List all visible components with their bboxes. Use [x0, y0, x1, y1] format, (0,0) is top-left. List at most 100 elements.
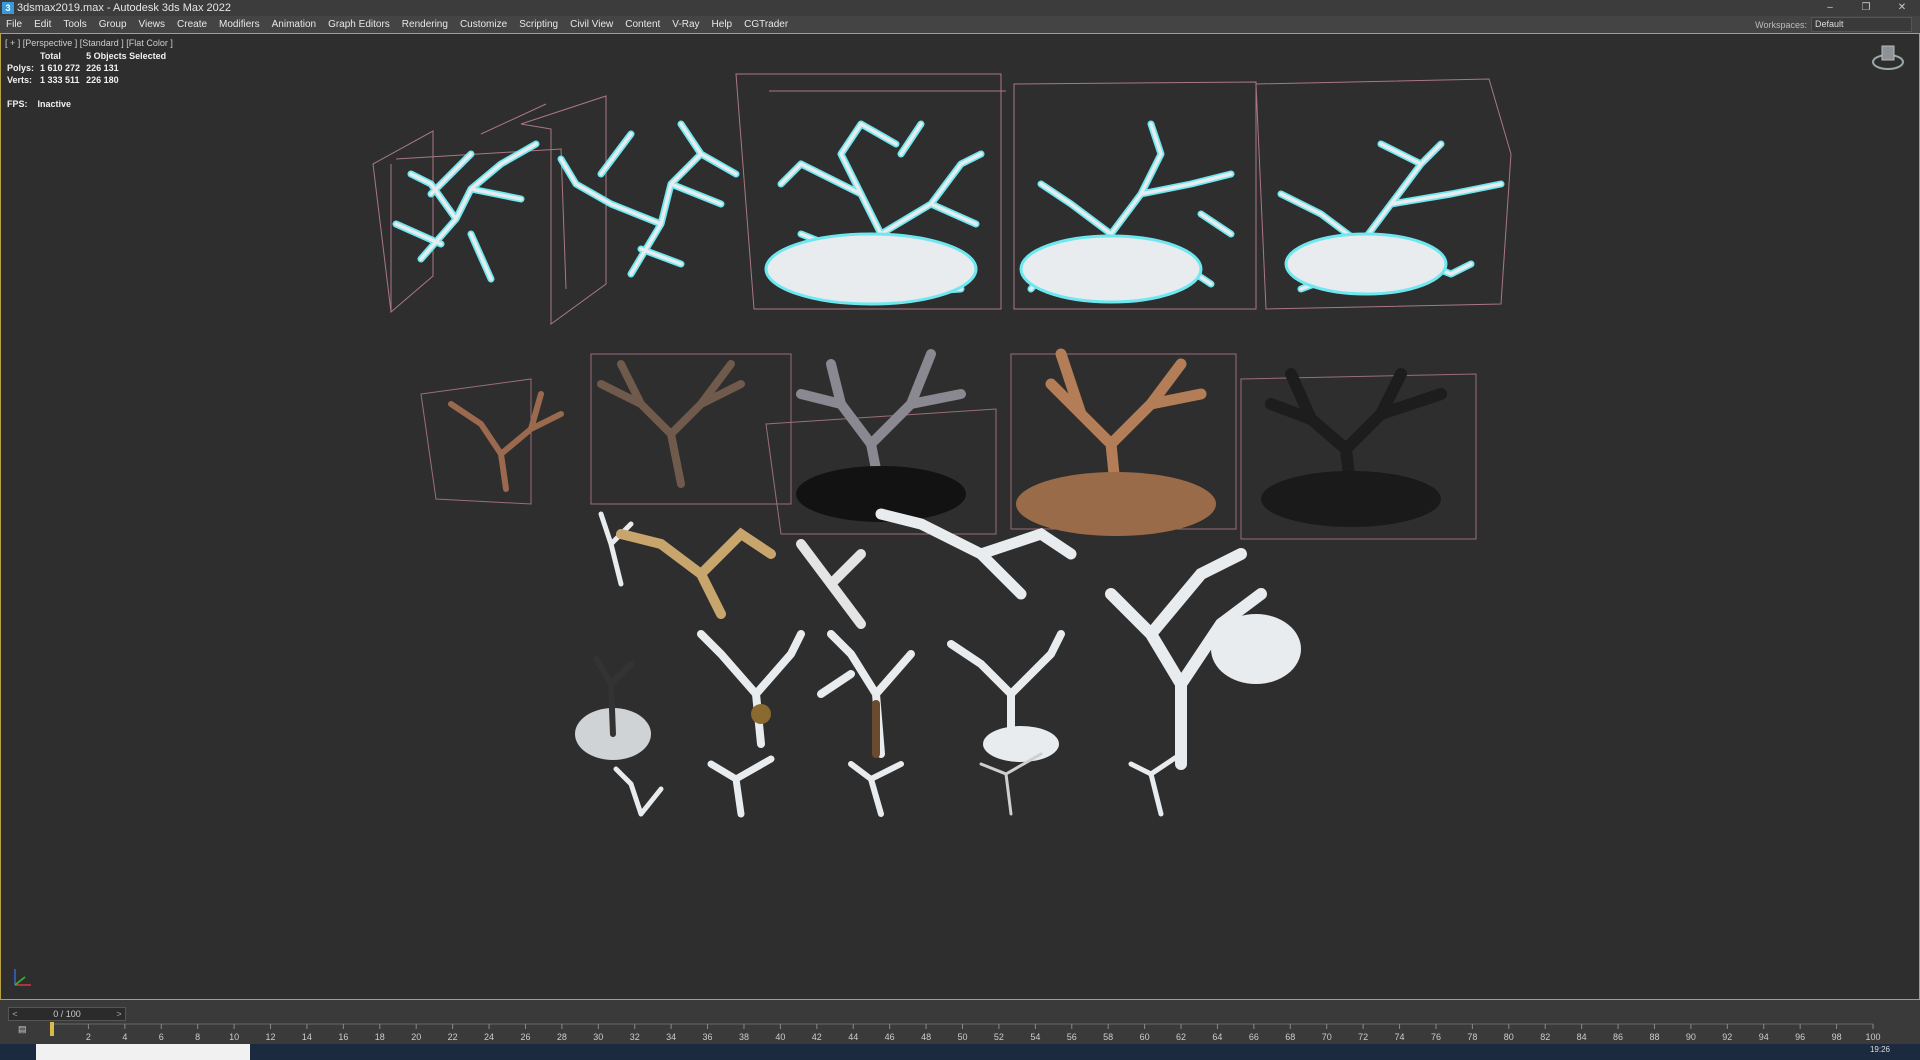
- stats-selected-header: 5 Objects Selected: [86, 51, 167, 61]
- taskbar-search-box[interactable]: [36, 1044, 250, 1060]
- timeline-tick-label: 10: [229, 1032, 239, 1042]
- timeline-tick-label: 2: [86, 1032, 91, 1042]
- timeline-tick-label: 42: [812, 1032, 822, 1042]
- timeline-tick-label: 72: [1358, 1032, 1368, 1042]
- snowy-trees[interactable]: [575, 508, 1301, 818]
- timeline-tick-label: 50: [957, 1032, 967, 1042]
- timeline-tick-label: 34: [666, 1032, 676, 1042]
- menu-file[interactable]: File: [0, 19, 28, 30]
- timeline-tick-label: 56: [1067, 1032, 1077, 1042]
- timeline-tick-label: 82: [1540, 1032, 1550, 1042]
- timeline-tick-label: 26: [520, 1032, 530, 1042]
- menu-tools[interactable]: Tools: [57, 19, 92, 30]
- timeline-tick-label: 86: [1613, 1032, 1623, 1042]
- menu-modifiers[interactable]: Modifiers: [213, 19, 266, 30]
- viewcube-icon[interactable]: [1871, 42, 1905, 72]
- menu-edit[interactable]: Edit: [28, 19, 57, 30]
- menu-vray[interactable]: V-Ray: [666, 19, 705, 30]
- verts-selected: 226 180: [86, 75, 119, 85]
- polys-label: Polys:: [7, 63, 35, 73]
- timeline-tick-label: 38: [739, 1032, 749, 1042]
- timeline-tick-label: 98: [1832, 1032, 1842, 1042]
- timeline-tick-label: 84: [1577, 1032, 1587, 1042]
- timeline-tick-label: 16: [338, 1032, 348, 1042]
- stats-total-header: Total: [40, 51, 61, 61]
- menu-help[interactable]: Help: [706, 19, 739, 30]
- menu-graph-editors[interactable]: Graph Editors: [322, 19, 396, 30]
- windows-taskbar: 19:26: [0, 1044, 1920, 1060]
- menu-animation[interactable]: Animation: [266, 19, 322, 30]
- app-icon: 3: [2, 2, 14, 14]
- menu-customize[interactable]: Customize: [454, 19, 513, 30]
- timeline-tick-label: 62: [1176, 1032, 1186, 1042]
- timeline-tick-label: 24: [484, 1032, 494, 1042]
- polys-total: 1 610 272: [40, 63, 81, 73]
- timeline-tick-label: 80: [1504, 1032, 1514, 1042]
- workspace-label: Workspaces:: [1755, 19, 1807, 30]
- timeline-tick-label: 76: [1431, 1032, 1441, 1042]
- timeline-tick-label: 88: [1649, 1032, 1659, 1042]
- title-bar: 3 3dsmax2019.max - Autodesk 3ds Max 2022…: [0, 0, 1920, 16]
- menu-scripting[interactable]: Scripting: [513, 19, 564, 30]
- close-button[interactable]: ✕: [1884, 0, 1920, 16]
- window-title: 3dsmax2019.max - Autodesk 3ds Max 2022: [17, 2, 232, 14]
- time-slider-panel: < 0 / 100 > ▤ 2 4 6 8 10 12 14 16 18 20 22 24 26 28 30…: [0, 1000, 1920, 1044]
- viewport-label[interactable]: [ + ] [Perspective ] [Standard ] [Flat C…: [5, 38, 173, 48]
- current-frame-marker[interactable]: [50, 1022, 54, 1036]
- timeline-tick-label: 18: [375, 1032, 385, 1042]
- timeline-tick-label: 60: [1140, 1032, 1150, 1042]
- timeline-tick-label: 78: [1467, 1032, 1477, 1042]
- timeline-tick-label: 74: [1395, 1032, 1405, 1042]
- timeline-tick-label: 94: [1759, 1032, 1769, 1042]
- window-controls: – ❐ ✕: [1812, 0, 1920, 16]
- timeline-track[interactable]: 2 4 6 8 10 12 14 16 18 20 22 24 26 28 30 32 34 36 38 40 42 44…: [0, 1022, 1890, 1044]
- timeline-tick-label: 4: [122, 1032, 127, 1042]
- timeline-tick-label: 92: [1722, 1032, 1732, 1042]
- timeline-tick-label: 36: [703, 1032, 713, 1042]
- next-frame-icon[interactable]: >: [114, 1008, 124, 1020]
- selected-snow-trees[interactable]: [392, 120, 1505, 306]
- timeline-tick-label: 48: [921, 1032, 931, 1042]
- timeline-tick-label: 52: [994, 1032, 1004, 1042]
- timeline-tick-label: 32: [630, 1032, 640, 1042]
- menu-civil-view[interactable]: Civil View: [564, 19, 619, 30]
- time-slider[interactable]: < 0 / 100 >: [8, 1007, 126, 1021]
- menu-bar: File Edit Tools Group Views Create Modif…: [0, 16, 1920, 33]
- timeline-tick-label: 96: [1795, 1032, 1805, 1042]
- fps-readout: FPS: Inactive: [7, 99, 71, 109]
- menu-cgtrader[interactable]: CGTrader: [738, 19, 794, 30]
- perspective-viewport[interactable]: [ + ] [Perspective ] [Standard ] [Flat C…: [0, 33, 1920, 1000]
- restore-button[interactable]: ❐: [1848, 0, 1884, 16]
- taskbar-clock: 19:26: [1869, 1045, 1890, 1054]
- workspace-dropdown[interactable]: Default: [1811, 17, 1912, 32]
- scene-canvas[interactable]: [1, 34, 1920, 1000]
- timeline-tick-label: 12: [266, 1032, 276, 1042]
- menu-create[interactable]: Create: [171, 19, 213, 30]
- timeline-tick-label: 8: [195, 1032, 200, 1042]
- fps-value: Inactive: [37, 99, 72, 109]
- menu-views[interactable]: Views: [133, 19, 172, 30]
- menu-content[interactable]: Content: [619, 19, 666, 30]
- menu-group[interactable]: Group: [93, 19, 133, 30]
- timeline-tick-label: 70: [1322, 1032, 1332, 1042]
- scene-statistics: Total 5 Objects Selected Polys: 1 610 272 2…: [7, 50, 172, 86]
- verts-total: 1 333 511: [40, 75, 80, 85]
- timeline-tick-label: 90: [1686, 1032, 1696, 1042]
- timeline-tick-label: 54: [1030, 1032, 1040, 1042]
- timeline-tick-label: 64: [1212, 1032, 1222, 1042]
- verts-label: Verts:: [7, 75, 33, 85]
- textured-trees[interactable]: [448, 348, 1447, 536]
- menu-rendering[interactable]: Rendering: [396, 19, 454, 30]
- timeline-tick-label: 28: [557, 1032, 567, 1042]
- fps-label: FPS:: [7, 99, 28, 109]
- timeline-tick-label: 100: [1865, 1032, 1880, 1042]
- polys-selected: 226 131: [86, 63, 119, 73]
- timeline-tick-label: 68: [1285, 1032, 1295, 1042]
- prev-frame-icon[interactable]: <: [10, 1008, 20, 1020]
- timeline-tick-label: 46: [885, 1032, 895, 1042]
- timeline-tick-label: 20: [411, 1032, 421, 1042]
- frame-readout: 0 / 100: [53, 1009, 81, 1019]
- axis-tripod-icon: [14, 969, 31, 986]
- minimize-button[interactable]: –: [1812, 0, 1848, 16]
- workspace-selector: Workspaces: Default: [1755, 16, 1912, 33]
